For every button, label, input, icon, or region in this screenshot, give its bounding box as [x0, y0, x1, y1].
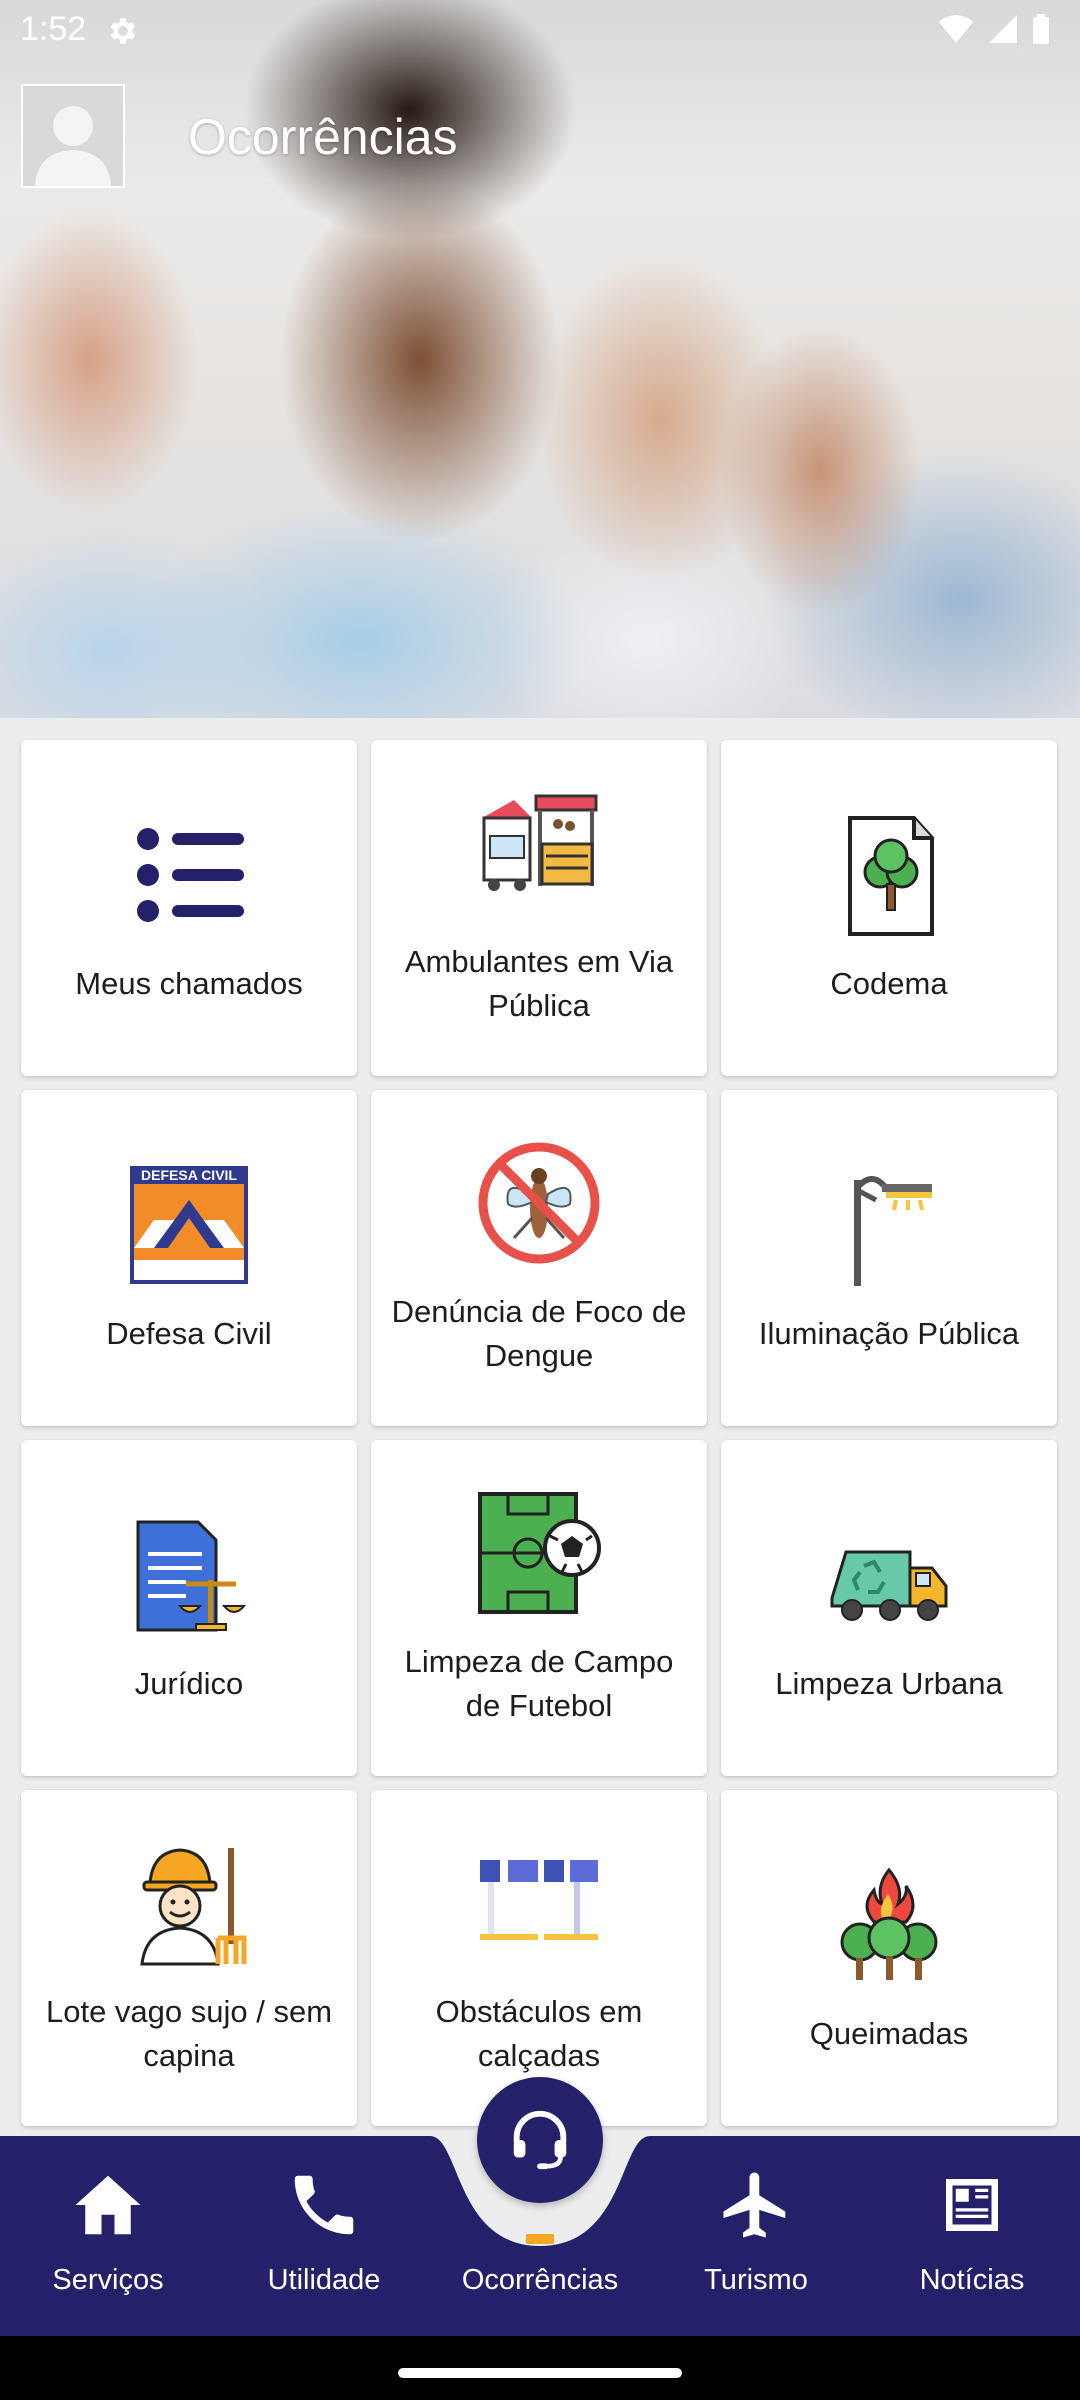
- worker-rake-icon: [140, 1848, 247, 1966]
- selected-indicator: [526, 2234, 554, 2244]
- user-silhouette-icon: [23, 86, 123, 186]
- street-light-icon: [854, 1176, 932, 1286]
- service-card-ambulantes[interactable]: Ambulantes em Via Pública: [371, 740, 707, 1076]
- service-card-obstaculos[interactable]: Obstáculos em calçadas: [371, 1790, 707, 2126]
- service-label: Limpeza de Campo de Futebol: [404, 1644, 674, 1723]
- svg-text:DEFESA CIVIL: DEFESA CIVIL: [141, 1167, 237, 1183]
- header-banner: [0, 0, 1080, 718]
- service-card-meus-chamados[interactable]: Meus chamados: [21, 740, 357, 1076]
- service-label: Jurídico: [134, 1666, 244, 1701]
- nav-item-utilidade[interactable]: Utilidade: [216, 2136, 432, 2336]
- service-label: Limpeza Urbana: [775, 1666, 1003, 1701]
- service-label: Queimadas: [809, 2016, 969, 2051]
- battery-icon: [1033, 14, 1049, 44]
- service-label: Lote vago sujo / sem capina: [45, 1994, 333, 2073]
- service-card-limpeza-urbana[interactable]: Limpeza Urbana: [721, 1440, 1057, 1776]
- wifi-icon: [939, 15, 973, 43]
- headset-icon: [513, 2110, 567, 2170]
- barrier-icon: [480, 1860, 598, 1940]
- service-label: Codema: [830, 966, 948, 1001]
- status-icons: [938, 14, 1050, 44]
- nav-label: Ocorrências: [461, 2264, 619, 2296]
- service-label: Meus chamados: [75, 966, 303, 1001]
- nav-label: Serviços: [52, 2264, 164, 2296]
- nav-item-noticias[interactable]: Notícias: [864, 2136, 1080, 2336]
- home-icon: [75, 2175, 141, 2235]
- service-card-codema[interactable]: Codema: [721, 740, 1057, 1076]
- service-card-iluminacao[interactable]: Iluminação Pública: [721, 1090, 1057, 1426]
- service-label: Obstáculos em calçadas: [435, 1994, 643, 2073]
- service-label: Defesa Civil: [106, 1316, 272, 1351]
- avatar[interactable]: [21, 84, 125, 188]
- status-bar: 1:52: [0, 0, 1080, 62]
- tree-document-icon: [848, 816, 934, 936]
- service-label: Iluminação Pública: [758, 1316, 1020, 1351]
- nav-item-servicos[interactable]: Serviços: [0, 2136, 216, 2336]
- airplane-icon: [723, 2172, 786, 2238]
- service-card-lote-vago[interactable]: Lote vago sujo / sem capina: [21, 1790, 357, 2126]
- phone-icon: [294, 2175, 354, 2235]
- status-time: 1:52: [20, 10, 87, 48]
- service-card-juridico[interactable]: Jurídico: [21, 1440, 357, 1776]
- service-label: Denúncia de Foco de Dengue: [391, 1294, 687, 1373]
- service-card-dengue[interactable]: Denúncia de Foco de Dengue: [371, 1090, 707, 1426]
- nav-item-turismo[interactable]: Turismo: [648, 2136, 864, 2336]
- services-grid: Meus chamados Ambulantes em Via Pública: [21, 740, 1059, 2126]
- nav-label: Utilidade: [267, 2264, 381, 2296]
- signal-icon: [989, 15, 1017, 43]
- service-card-queimadas[interactable]: Queimadas: [721, 1790, 1057, 2126]
- gear-icon: [110, 18, 136, 44]
- street-vendor-stall-icon: [482, 794, 598, 891]
- burning-trees-icon: [840, 1867, 938, 1980]
- page-title: Ocorrências: [188, 109, 458, 165]
- service-label: Ambulantes em Via Pública: [404, 944, 674, 1023]
- home-gesture-bar[interactable]: [398, 2368, 682, 2378]
- service-card-defesa-civil[interactable]: DEFESA CIVIL Defesa Civil: [21, 1090, 357, 1426]
- service-card-campo-futebol[interactable]: Limpeza de Campo de Futebol: [371, 1440, 707, 1776]
- soccer-field-ball-icon: [478, 1492, 601, 1614]
- defesa-civil-logo-icon: DEFESA CIVIL: [130, 1166, 248, 1284]
- nav-label: Turismo: [704, 2264, 808, 2296]
- list-icon: [137, 828, 244, 922]
- recycling-truck-icon: [830, 1550, 948, 1621]
- no-mosquito-icon: [478, 1142, 600, 1264]
- ocorrencias-fab[interactable]: [477, 2077, 603, 2203]
- newspaper-icon: [946, 2179, 998, 2231]
- legal-document-scales-icon: [136, 1520, 247, 1632]
- nav-label: Notícias: [919, 2264, 1025, 2296]
